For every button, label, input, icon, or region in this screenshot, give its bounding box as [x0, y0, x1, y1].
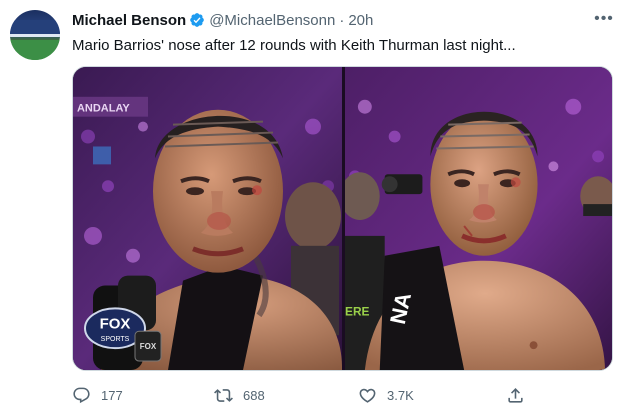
media-photo-right[interactable]: ERE NA	[345, 67, 612, 370]
fox-sports-logo: FOX	[100, 315, 131, 332]
tweet-timestamp[interactable]: 20h	[348, 12, 373, 29]
avatar[interactable]	[10, 10, 60, 60]
like-button[interactable]: 3.7K	[358, 383, 414, 407]
like-count: 3.7K	[387, 387, 414, 403]
avatar-stadium-pitch	[10, 40, 60, 60]
tweet-text: Mario Barrios' nose after 12 rounds with…	[72, 37, 516, 54]
more-horizontal-icon[interactable]: •••	[594, 10, 614, 30]
reply-count: 177	[101, 387, 123, 403]
share-icon	[508, 387, 523, 403]
fox-mic-badge: FOX	[140, 342, 157, 351]
avatar-stadium-stripe	[10, 34, 60, 37]
author-handle[interactable]: @MichaelBensonn	[209, 12, 335, 29]
reply-button[interactable]: 177	[72, 383, 123, 407]
retweet-icon	[214, 388, 233, 402]
like-icon	[359, 388, 376, 403]
verified-badge-icon	[190, 13, 205, 27]
tweet-header: Michael Benson @MichaelBensonn · 20h	[72, 10, 373, 30]
boxer-interview-photo: ANDALAY FOX SPORTS FOX	[73, 67, 342, 370]
arena-banner-text: ANDALAY	[77, 103, 130, 115]
header-separator: ·	[339, 11, 345, 29]
tweet-actions: 177 688 3.7K	[72, 383, 552, 407]
fox-sports-logo-sub: SPORTS	[101, 336, 130, 343]
reply-icon	[73, 387, 90, 403]
media-photo-left[interactable]: ANDALAY FOX SPORTS FOX	[73, 67, 342, 370]
avatar-stadium-stand	[10, 20, 60, 34]
corner-sign-text: ERE	[345, 304, 370, 318]
boxer-ring-photo: ERE NA	[345, 67, 612, 370]
share-button[interactable]	[506, 383, 535, 407]
author-name[interactable]: Michael Benson	[72, 12, 186, 29]
retweet-button[interactable]: 688	[214, 383, 265, 407]
tweet-media-grid: ANDALAY FOX SPORTS FOX ERE NA	[72, 66, 613, 371]
retweet-count: 688	[243, 387, 265, 403]
